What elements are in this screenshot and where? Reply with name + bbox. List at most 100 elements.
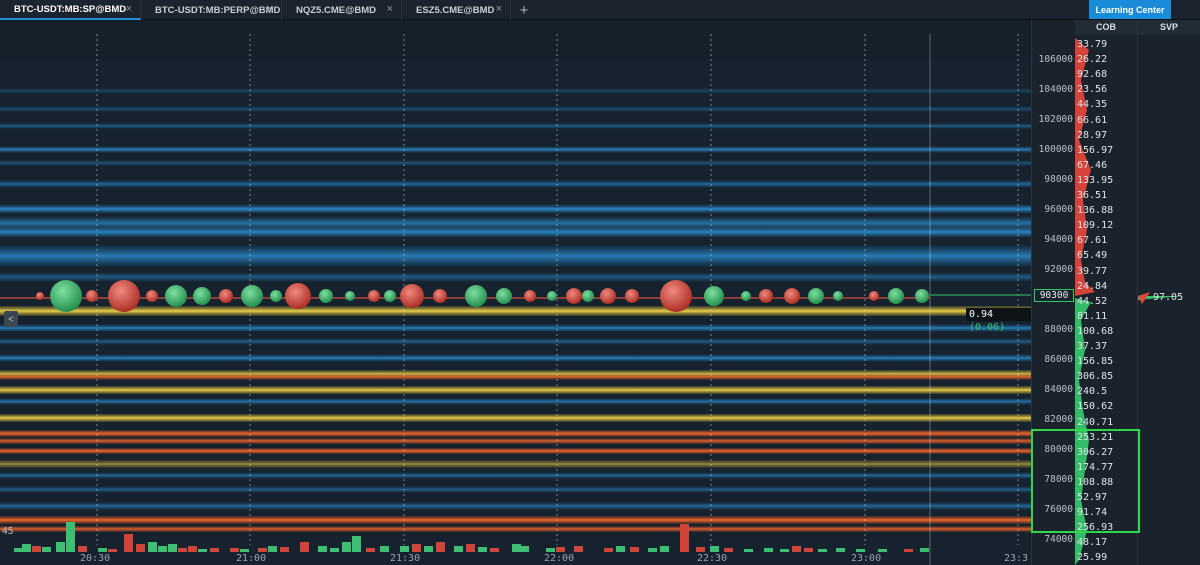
- trade-bubble: [808, 288, 824, 304]
- cob-value: 52.97: [1077, 492, 1108, 503]
- tab-label: ESZ5.CME@BMD: [416, 4, 495, 16]
- volume-bar: [366, 548, 375, 552]
- price-label: 86000: [1044, 354, 1073, 365]
- liquidity-band: [0, 516, 1031, 524]
- volume-bar: [98, 548, 107, 552]
- liquidity-band: [0, 244, 1031, 268]
- tab-btc-usdt-spot[interactable]: BTC-USDT:MB:SP@BMD ×: [0, 0, 141, 20]
- close-icon[interactable]: ×: [387, 3, 393, 15]
- cob-value: 48.17: [1077, 537, 1108, 549]
- heatmap-canvas: [0, 20, 1031, 565]
- volume-bar: [512, 544, 521, 552]
- volume-bar: [660, 546, 669, 552]
- volume-bar: [490, 548, 499, 552]
- volume-bar: [380, 546, 389, 552]
- cob-value: 91.74: [1077, 507, 1108, 519]
- volume-bar: [574, 546, 583, 552]
- volume-bar: [32, 546, 41, 552]
- volume-bar: [318, 546, 327, 552]
- svp-panel[interactable]: SVP 97.05: [1137, 20, 1200, 565]
- volume-bar: [42, 547, 51, 552]
- liquidity-band: [0, 160, 1031, 166]
- liquidity-band: [0, 374, 1031, 380]
- collapse-panel-button[interactable]: <: [4, 311, 18, 327]
- trade-bubble: [784, 288, 800, 304]
- time-label: 20:30: [80, 553, 111, 564]
- volume-bar: [424, 546, 433, 552]
- price-label: 92000: [1044, 264, 1073, 275]
- add-tab-button[interactable]: +: [511, 0, 537, 20]
- liquidity-band: [0, 123, 1031, 129]
- svp-value: 97.05: [1153, 292, 1184, 303]
- volume-bar: [780, 549, 789, 552]
- close-icon[interactable]: ×: [496, 3, 502, 15]
- tab-label: NQZ5.CME@BMD: [296, 4, 376, 16]
- close-icon[interactable]: ×: [267, 3, 273, 15]
- volume-bar: [230, 548, 239, 552]
- trade-bubble: [86, 290, 98, 302]
- volume-bar: [78, 546, 87, 552]
- volume-bar: [546, 548, 555, 552]
- price-axis[interactable]: 106000 104000 102000 100000 98000 96000 …: [1031, 20, 1075, 565]
- heatmap-chart[interactable]: < 45 0.94 (0.06): [0, 20, 1031, 565]
- price-label: 80000: [1044, 444, 1073, 455]
- time-label: 21:00: [236, 553, 267, 564]
- tab-label: BTC-USDT:MB:SP@BMD: [14, 3, 127, 15]
- trade-bubble: [833, 291, 843, 301]
- price-label: 104000: [1038, 84, 1073, 95]
- cob-panel[interactable]: COB 33.79 26.22 92.68 23.56 44.35 66.61 28.97 1…: [1075, 20, 1137, 565]
- tab-esz5[interactable]: ESZ5.CME@BMD ×: [402, 0, 511, 20]
- learning-center-button[interactable]: Learning Center: [1089, 0, 1171, 19]
- liquidity-band: [0, 272, 1031, 282]
- time-label: 22:00: [544, 553, 575, 564]
- volume-bar: [168, 544, 177, 552]
- trade-bubble: [285, 283, 311, 309]
- cob-value: 108.88: [1077, 476, 1114, 488]
- cob-value: 67.61: [1077, 235, 1108, 247]
- cob-value: 67.46: [1077, 159, 1108, 171]
- volume-bar: [124, 534, 133, 552]
- volume-bar: [188, 546, 197, 552]
- cob-value: 26.22: [1077, 54, 1108, 66]
- trade-bubble: [465, 285, 487, 307]
- price-label: 84000: [1044, 384, 1073, 395]
- volume-bar: [792, 546, 801, 552]
- volume-bar: [836, 548, 845, 552]
- cob-value: 39.77: [1077, 265, 1108, 277]
- volume-bar: [804, 548, 813, 552]
- trade-bubble: [165, 285, 187, 307]
- tab-nqz5[interactable]: NQZ5.CME@BMD ×: [282, 0, 402, 20]
- close-icon[interactable]: ×: [126, 3, 132, 15]
- volume-bar: [696, 547, 705, 552]
- volume-bar: [330, 548, 339, 552]
- tab-btc-usdt-perp[interactable]: BTC-USDT:MB:PERP@BMD ×: [141, 0, 282, 20]
- volume-bar: [56, 542, 65, 552]
- cob-value: 44.52: [1077, 295, 1108, 307]
- volume-bar: [520, 546, 529, 552]
- liquidity-band: [0, 486, 1031, 493]
- liquidity-band: [0, 146, 1031, 153]
- volume-bar: [818, 549, 827, 552]
- cob-value: 156.97: [1077, 144, 1114, 156]
- volume-scale-label: 45: [2, 526, 14, 537]
- cob-value: 81.11: [1077, 310, 1108, 322]
- cob-value: 92.68: [1077, 69, 1108, 81]
- trade-bubble: [496, 288, 512, 304]
- liquidity-band: [0, 398, 1031, 405]
- volume-bar: [400, 546, 409, 552]
- volume-bar: [158, 546, 167, 552]
- volume-bar: [66, 522, 75, 552]
- trade-bubble: [400, 284, 424, 308]
- volume-bar: [412, 544, 421, 552]
- volume-bar: [240, 549, 249, 552]
- volume-bar: [22, 544, 31, 552]
- liquidity-band: [0, 324, 1031, 332]
- trade-bubble: [888, 288, 904, 304]
- trade-bubble: [146, 290, 158, 302]
- liquidity-band: [0, 106, 1031, 112]
- price-label: 88000: [1044, 324, 1073, 335]
- volume-bar: [108, 549, 117, 552]
- liquidity-band: [0, 338, 1031, 345]
- price-label: 98000: [1044, 174, 1073, 185]
- volume-bar: [630, 547, 639, 552]
